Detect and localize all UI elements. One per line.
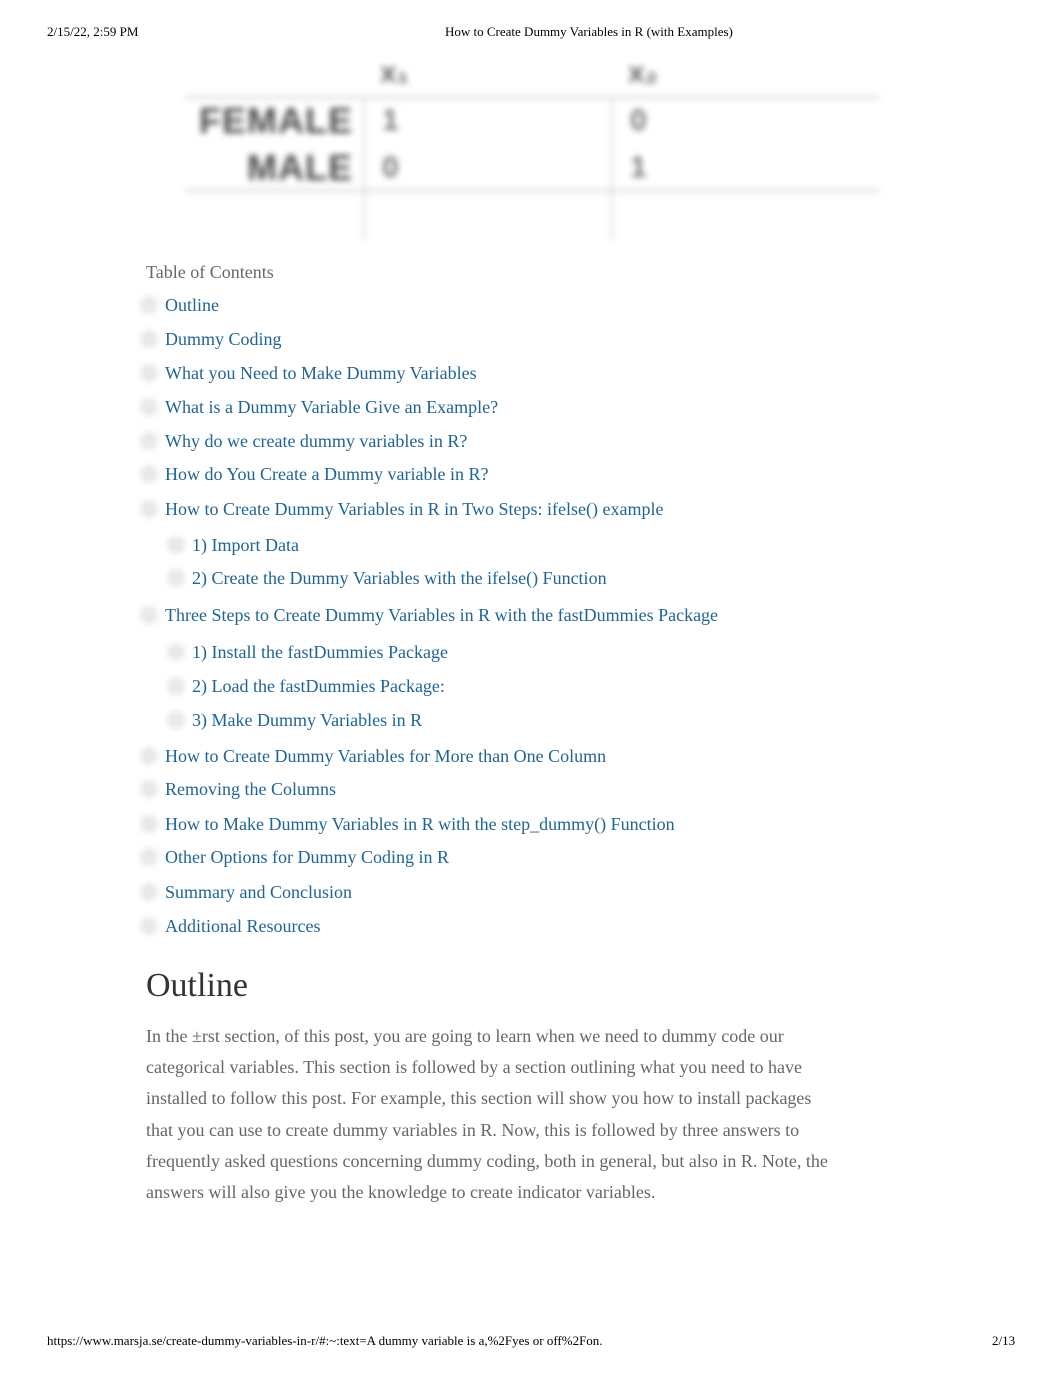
dummy-coding-table-image: x₁ x₂ FEMALE 1 0 MALE 0 1 [185, 52, 880, 240]
toc-item: Why do we create dummy variables in R? [140, 430, 467, 452]
toc-link[interactable]: What is a Dummy Variable Give an Example… [165, 397, 498, 417]
toc-bullet-icon [140, 398, 158, 416]
section-heading-outline: Outline [146, 967, 248, 1004]
table-column-divider [610, 100, 613, 240]
toc-item: Dummy Coding [140, 328, 282, 350]
toc-bullet-icon [140, 432, 158, 450]
toc-link[interactable]: How to Make Dummy Variables in R with th… [165, 814, 675, 834]
toc-item: How do You Create a Dummy variable in R? [140, 463, 488, 485]
toc-item: 1) Install the fastDummies Package [167, 641, 448, 663]
toc-link[interactable]: Three Steps to Create Dummy Variables in… [165, 605, 718, 625]
toc-item: How to Make Dummy Variables in R with th… [140, 813, 675, 835]
toc-bullet-icon [140, 917, 158, 935]
toc-link[interactable]: 1) Install the fastDummies Package [192, 642, 448, 662]
toc-item: 2) Create the Dummy Variables with the i… [167, 567, 607, 589]
outline-paragraph: In the ±rst section, of this post, you a… [146, 1026, 828, 1203]
table-row-label: MALE [247, 147, 353, 188]
table-column-header: x₁ [380, 56, 410, 89]
table-cell: 0 [630, 104, 647, 137]
toc-bullet-icon [167, 569, 185, 587]
toc-item: 1) Import Data [167, 534, 299, 556]
toc-item: 3) Make Dummy Variables in R [167, 709, 422, 731]
toc-bullet-icon [140, 465, 158, 483]
toc-item: What is a Dummy Variable Give an Example… [140, 396, 498, 418]
toc-bullet-icon [140, 330, 158, 348]
toc-bullet-icon [167, 643, 185, 661]
toc-bullet-icon [140, 296, 158, 314]
toc-item: 2) Load the fastDummies Package: [167, 675, 445, 697]
toc-item: How to Create Dummy Variables in R in Tw… [140, 498, 663, 520]
toc-bullet-icon [140, 780, 158, 798]
table-cell: 1 [630, 151, 647, 184]
table-cell: 0 [382, 151, 399, 184]
toc-item: Other Options for Dummy Coding in R [140, 846, 449, 868]
toc-link[interactable]: Summary and Conclusion [165, 882, 352, 902]
toc-link[interactable]: 2) Create the Dummy Variables with the i… [192, 568, 607, 588]
table-cell: 1 [382, 104, 399, 137]
toc-link[interactable]: Removing the Columns [165, 779, 336, 799]
table-row-label: FEMALE [199, 100, 353, 141]
toc-item: Removing the Columns [140, 778, 336, 800]
toc-item: Three Steps to Create Dummy Variables in… [140, 604, 718, 626]
toc-bullet-icon [140, 364, 158, 382]
table-rule-top [185, 96, 880, 99]
toc-link[interactable]: 3) Make Dummy Variables in R [192, 710, 422, 730]
print-url: https://www.marsja.se/create-dummy-varia… [47, 1333, 603, 1348]
toc-title: Table of Contents [146, 262, 274, 282]
toc-item: How to Create Dummy Variables for More t… [140, 745, 606, 767]
toc-bullet-icon [167, 536, 185, 554]
toc-item: Summary and Conclusion [140, 881, 352, 903]
toc-link[interactable]: 2) Load the fastDummies Package: [192, 676, 445, 696]
toc-link[interactable]: Why do we create dummy variables in R? [165, 431, 467, 451]
toc-bullet-icon [140, 606, 158, 624]
toc-item: Additional Resources [140, 915, 320, 937]
toc-link[interactable]: How to Create Dummy Variables for More t… [165, 746, 606, 766]
print-page-number: 2/13 [992, 1333, 1016, 1348]
table-rule-bottom [185, 189, 880, 192]
toc-bullet-icon [167, 677, 185, 695]
toc-link[interactable]: How to Create Dummy Variables in R in Tw… [165, 499, 663, 519]
toc-link[interactable]: Other Options for Dummy Coding in R [165, 847, 449, 867]
print-header: 2/15/22, 2:59 PM How to Create Dummy Var… [0, 24, 1062, 42]
toc-link[interactable]: What you Need to Make Dummy Variables [165, 363, 477, 383]
table-column-header: x₂ [628, 56, 659, 89]
toc-link[interactable]: Outline [165, 295, 219, 315]
print-page-title: How to Create Dummy Variables in R (with… [445, 24, 733, 39]
toc-bullet-icon [140, 848, 158, 866]
toc-bullet-icon [140, 747, 158, 765]
toc-item: Outline [140, 294, 219, 316]
toc-bullet-icon [140, 815, 158, 833]
toc-link[interactable]: 1) Import Data [192, 535, 299, 555]
toc-link[interactable]: Dummy Coding [165, 329, 282, 349]
toc-link[interactable]: How do You Create a Dummy variable in R? [165, 464, 488, 484]
toc-bullet-icon [167, 711, 185, 729]
toc-bullet-icon [140, 500, 158, 518]
toc-link[interactable]: Additional Resources [165, 916, 320, 936]
toc-bullet-icon [140, 883, 158, 901]
toc-item: What you Need to Make Dummy Variables [140, 362, 477, 384]
table-column-divider [363, 100, 366, 240]
print-datetime: 2/15/22, 2:59 PM [47, 24, 139, 39]
print-footer: https://www.marsja.se/create-dummy-varia… [0, 1333, 1062, 1351]
